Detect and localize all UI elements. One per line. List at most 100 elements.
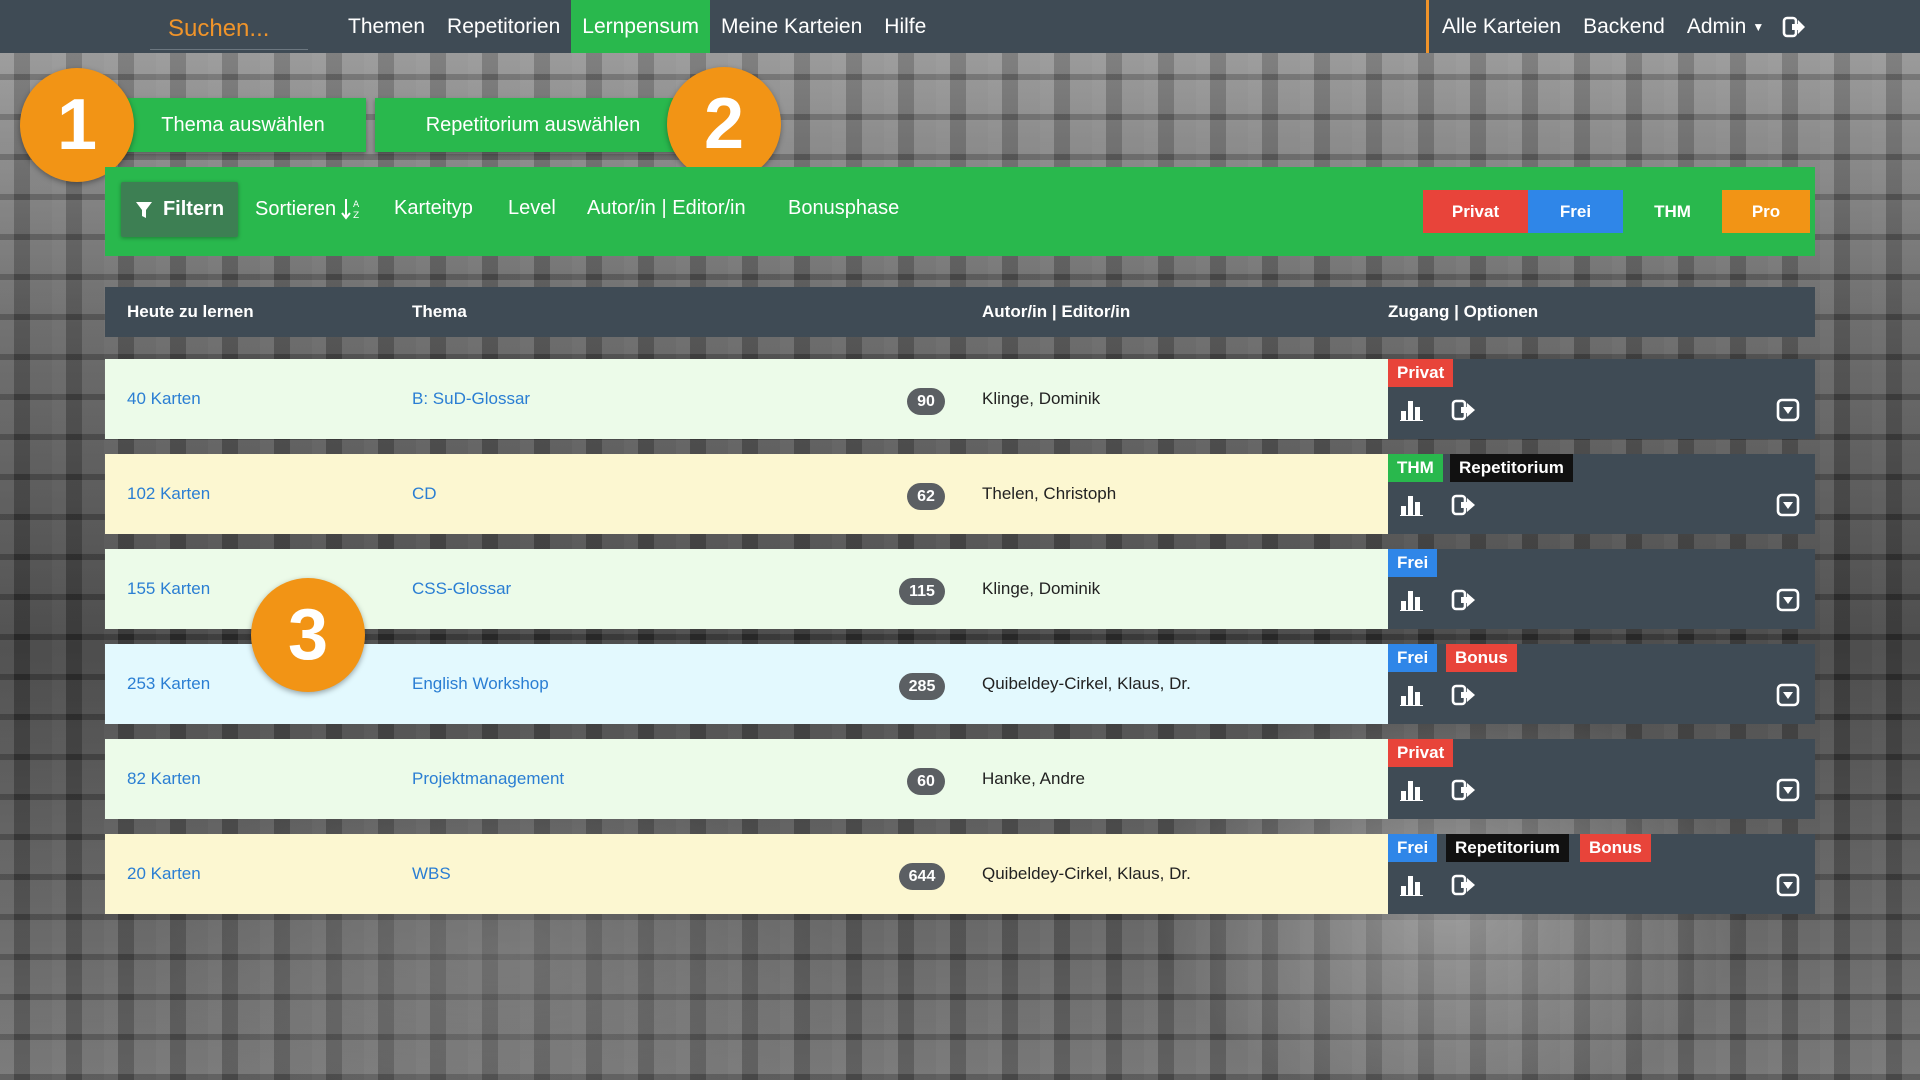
visibility-privat-button[interactable]: Privat — [1423, 190, 1528, 233]
access-tag-bonus: Bonus — [1446, 644, 1517, 672]
sign-out-icon[interactable] — [1451, 494, 1477, 521]
row-main-cell: 82 Karten Projektmanagement 60 Hanke, Andre — [105, 739, 1388, 819]
today-cards-link[interactable]: 40 Karten — [127, 389, 201, 409]
bar-chart-icon[interactable] — [1400, 684, 1424, 711]
topic-link[interactable]: CSS-Glossar — [412, 579, 511, 599]
select-topic-button[interactable]: Thema auswählen — [120, 98, 366, 152]
search-input[interactable]: Suchen... — [150, 8, 308, 50]
nav-item-themen[interactable]: Themen — [337, 0, 436, 53]
caret-square-down-icon[interactable] — [1776, 588, 1800, 617]
header-today[interactable]: Heute zu lernen — [127, 302, 254, 322]
access-tag-frei: Frei — [1388, 644, 1438, 672]
table-row: 40 Karten B: SuD-Glossar 90 Klinge, Dominik… — [105, 359, 1815, 439]
nav-item-lernpensum[interactable]: Lernpensum — [571, 0, 711, 53]
author-name: Quibeldey-Cirkel, Klaus, Dr. — [982, 864, 1191, 883]
bar-chart-icon[interactable] — [1400, 779, 1424, 806]
nav-item-hilfe[interactable]: Hilfe — [873, 0, 937, 53]
card-count-badge: 285 — [899, 673, 945, 700]
filter-label: Filtern — [162, 198, 225, 220]
today-cards-link[interactable]: 155 Karten — [127, 579, 210, 599]
bonus-filter[interactable]: Bonusphase — [788, 197, 899, 220]
access-tag-privat: Privat — [1388, 359, 1454, 387]
nav-item-meine-karteien[interactable]: Meine Karteien — [710, 0, 873, 53]
access-tag-privat: Privat — [1388, 739, 1454, 767]
right-nav: Alle Karteien Backend Admin ▼ — [1431, 0, 1809, 53]
topic-link[interactable]: CD — [412, 484, 437, 504]
author-filter[interactable]: Autor/in | Editor/in — [587, 197, 746, 220]
svg-text:Z: Z — [353, 211, 359, 221]
today-cards-link[interactable]: 102 Karten — [127, 484, 210, 504]
sign-out-icon[interactable] — [1451, 399, 1477, 426]
caret-square-down-icon[interactable] — [1776, 398, 1800, 427]
sort-dropdown[interactable]: Sortieren AZ — [255, 197, 363, 222]
sign-out-icon[interactable] — [1451, 589, 1477, 616]
card-type-filter[interactable]: Karteityp — [394, 197, 473, 220]
nav-item-alle-karteien[interactable]: Alle Karteien — [1431, 0, 1572, 53]
sort-label: Sortieren — [255, 197, 337, 220]
today-cards-link[interactable]: 82 Karten — [127, 769, 201, 789]
row-options-cell: Privat — [1388, 359, 1815, 439]
visibility-thm-button[interactable]: THM — [1623, 190, 1722, 233]
caret-square-down-icon[interactable] — [1776, 493, 1800, 522]
caret-square-down-icon[interactable] — [1776, 683, 1800, 712]
callout-3: 3 — [251, 578, 365, 692]
visibility-pro-label: Pro — [1751, 201, 1781, 221]
author-name: Klinge, Dominik — [982, 579, 1101, 598]
visibility-frei-button[interactable]: Frei — [1528, 190, 1623, 233]
caret-square-down-icon[interactable] — [1776, 873, 1800, 902]
today-cards-link[interactable]: 20 Karten — [127, 864, 201, 884]
card-count-badge: 90 — [907, 388, 945, 415]
row-main-cell: 20 Karten WBS 644 Quibeldey-Cirkel, Klaus, … — [105, 834, 1388, 914]
main-nav: Themen Repetitorien Lernpensum Meine Kar… — [337, 0, 937, 53]
header-topic[interactable]: Thema — [412, 302, 467, 322]
table-row: 82 Karten Projektmanagement 60 Hanke, Andre… — [105, 739, 1815, 819]
filter-bar: Filtern Sortieren AZ Karteityp Level Aut… — [105, 167, 1815, 256]
header-author[interactable]: Autor/in | Editor/in — [982, 302, 1130, 322]
access-tag-frei: Frei — [1388, 549, 1438, 577]
topic-link[interactable]: Projektmanagement — [412, 769, 564, 789]
topic-link[interactable]: English Workshop — [412, 674, 549, 694]
sign-out-icon[interactable] — [1451, 779, 1477, 806]
card-count-badge: 115 — [899, 578, 945, 605]
bar-chart-icon[interactable] — [1400, 494, 1424, 521]
bar-chart-icon[interactable] — [1400, 399, 1424, 426]
author-name: Hanke, Andre — [982, 769, 1086, 788]
top-navbar: Suchen... Themen Repetitorien Lernpensum… — [0, 0, 1920, 53]
nav-item-repetitorien[interactable]: Repetitorien — [436, 0, 571, 53]
row-options-cell: Frei Bonus — [1388, 644, 1815, 724]
topic-link[interactable]: B: SuD-Glossar — [412, 389, 530, 409]
filter-button[interactable]: Filtern — [121, 182, 238, 237]
card-count-badge: 60 — [907, 768, 945, 795]
visibility-frei-label: Frei — [1559, 201, 1592, 221]
topic-link[interactable]: WBS — [412, 864, 451, 884]
table-header: Heute zu lernen Thema Autor/in | Editor/… — [105, 287, 1815, 337]
table-row: 253 Karten English Workshop 285 Quibeldey-C… — [105, 644, 1815, 724]
callout-1: 1 — [20, 68, 134, 182]
row-options-cell: Frei Repetitorium Bonus — [1388, 834, 1815, 914]
svg-text:A: A — [353, 200, 360, 210]
caret-down-icon: ▼ — [1752, 19, 1765, 34]
sign-out-icon[interactable] — [1451, 874, 1477, 901]
today-cards-link[interactable]: 253 Karten — [127, 674, 210, 694]
header-access: Zugang | Optionen — [1388, 302, 1539, 321]
table-row: 20 Karten WBS 644 Quibeldey-Cirkel, Klaus, … — [105, 834, 1815, 914]
row-options-cell: THM Repetitorium — [1388, 454, 1815, 534]
admin-dropdown[interactable]: Admin ▼ — [1676, 0, 1775, 53]
funnel-icon — [135, 201, 152, 218]
row-main-cell: 40 Karten B: SuD-Glossar 90 Klinge, Dominik — [105, 359, 1388, 439]
bar-chart-icon[interactable] — [1400, 874, 1424, 901]
sign-out-icon[interactable] — [1451, 684, 1477, 711]
visibility-pro-button[interactable]: Pro — [1722, 190, 1810, 233]
nav-item-backend[interactable]: Backend — [1572, 0, 1676, 53]
callout-2: 2 — [667, 67, 781, 181]
bar-chart-icon[interactable] — [1400, 589, 1424, 616]
author-name: Thelen, Christoph — [982, 484, 1117, 503]
caret-square-down-icon[interactable] — [1776, 778, 1800, 807]
row-main-cell: 102 Karten CD 62 Thelen, Christoph — [105, 454, 1388, 534]
sign-out-icon[interactable] — [1779, 0, 1809, 53]
sort-alpha-icon: AZ — [341, 199, 360, 221]
level-filter[interactable]: Level — [508, 197, 556, 220]
select-repetitorium-button[interactable]: Repetitorium auswählen — [375, 98, 691, 152]
access-tag-bonus: Bonus — [1580, 834, 1651, 862]
card-count-badge: 62 — [907, 483, 945, 510]
